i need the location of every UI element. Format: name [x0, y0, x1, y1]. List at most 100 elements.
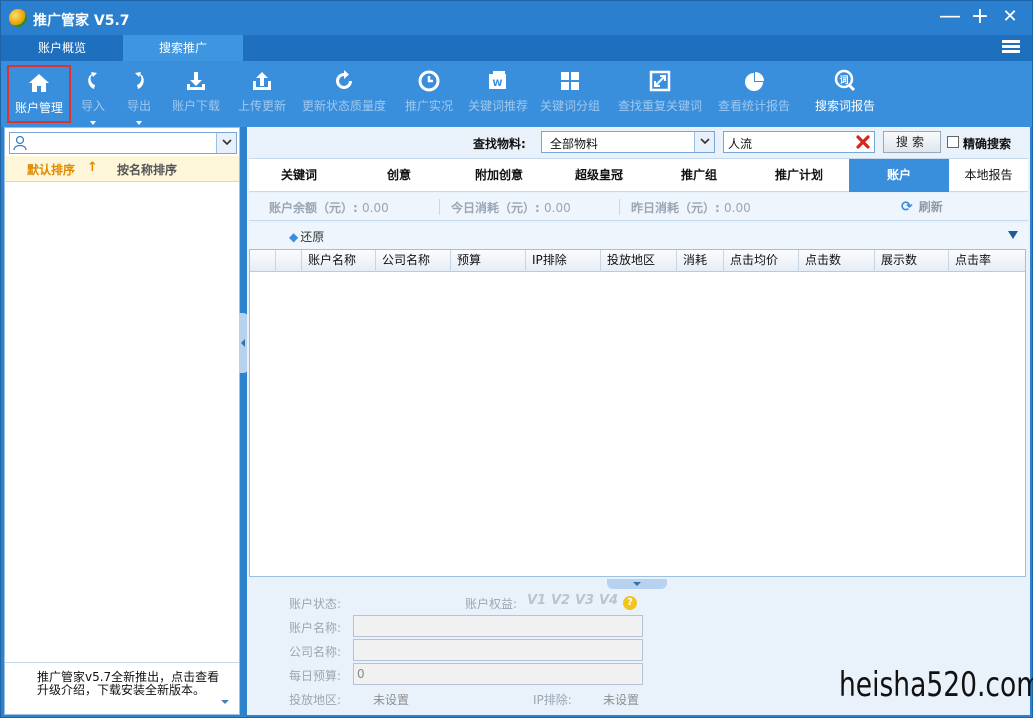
keyword-search-input[interactable]: 人流 — [723, 131, 875, 153]
dropdown-arrow-icon — [136, 121, 142, 125]
tab-campaigns[interactable]: 推广计划 — [749, 159, 849, 192]
table-header: 账户名称 公司名称 预算 IP排除 投放地区 消耗 点击均价 点击数 展示数 点… — [250, 250, 1025, 272]
daily-budget-field[interactable]: 0 — [353, 663, 643, 685]
column-ctr[interactable]: 点击率 — [949, 250, 1025, 272]
upgrade-notice-text[interactable]: 推广管家v5.7全新推出，点击查看升级介绍，下载安装全新版本。 — [37, 671, 227, 697]
v3-badge-icon: V3 — [575, 593, 595, 608]
material-select[interactable]: 全部物料 — [541, 131, 715, 153]
toolbar: 账户管理 导入 导出 账户下载 上传更新 更新状态质量度 推广实况 W 关键词推… — [1, 61, 1032, 127]
column-cost[interactable]: 消耗 — [677, 250, 724, 272]
upload-update-button[interactable]: 上传更新 — [231, 65, 293, 123]
keyword-search-value: 人流 — [728, 137, 753, 151]
keyword-group-button[interactable]: 关键词分组 — [537, 65, 603, 123]
chevron-down-icon[interactable] — [221, 700, 229, 704]
refresh-button[interactable]: ⟳ 刷新 — [901, 198, 943, 215]
search-button[interactable]: 搜索 — [883, 131, 941, 153]
collapse-triangle-icon[interactable] — [1008, 231, 1018, 239]
grid-group-icon — [561, 72, 579, 90]
maximize-button[interactable]: + — [967, 5, 993, 31]
promotion-live-button[interactable]: 推广实况 — [401, 65, 457, 123]
upgrade-notice[interactable]: 推广管家v5.7全新推出，点击查看升级介绍，下载安装全新版本。 — [5, 662, 239, 714]
toolbar-label: 查看统计报告 — [717, 99, 790, 113]
tab-extra-creatives[interactable]: 附加创意 — [449, 159, 549, 192]
divider — [439, 199, 440, 215]
chevron-down-icon — [700, 138, 710, 145]
sort-default-button[interactable]: 默认排序 — [27, 161, 75, 178]
import-button[interactable]: 导入 — [75, 65, 111, 125]
filter-bar: 查找物料: 全部物料 人流 搜索 精确搜索 — [247, 127, 1030, 157]
clock-icon — [418, 70, 440, 92]
user-icon — [13, 135, 27, 151]
checkbox-column[interactable] — [276, 250, 302, 272]
account-management-button[interactable]: 账户管理 — [7, 65, 71, 123]
region-value: 未设置 — [373, 693, 410, 707]
restore-button[interactable]: ◆ 还原 — [289, 228, 324, 245]
column-region[interactable]: 投放地区 — [601, 250, 677, 272]
minimize-button[interactable]: — — [937, 5, 963, 31]
app-title: 推广管家 V5.7 — [33, 13, 130, 29]
tab-account-overview[interactable]: 账户概览 — [1, 35, 123, 61]
toolbar-label: 导入 — [80, 99, 105, 113]
account-download-button[interactable]: 账户下载 — [165, 65, 227, 123]
column-impressions[interactable]: 展示数 — [875, 250, 949, 272]
svg-text:词: 词 — [839, 74, 848, 86]
chevron-down-icon — [222, 139, 232, 146]
exact-search-label[interactable]: 精确搜索 — [963, 135, 1011, 152]
account-name-field[interactable] — [353, 615, 643, 637]
find-duplicate-keyword-button[interactable]: 查找重复关键词 — [613, 65, 707, 123]
exact-search-checkbox[interactable] — [947, 136, 959, 148]
main-tab-bar: 账户概览 搜索推广 — [1, 35, 1032, 61]
help-icon[interactable]: ? — [623, 596, 637, 610]
search-term-report-button[interactable]: 词 搜索词报告 — [811, 65, 879, 123]
column-ip-exclude[interactable]: IP排除 — [526, 250, 601, 272]
column-clicks[interactable]: 点击数 — [799, 250, 875, 272]
view-statistics-report-button[interactable]: 查看统计报告 — [715, 65, 793, 123]
divider — [619, 199, 620, 215]
sort-by-name-button[interactable]: 按名称排序 — [117, 161, 177, 178]
export-button[interactable]: 导出 — [121, 65, 157, 125]
keyword-recommend-button[interactable]: W 关键词推荐 — [465, 65, 531, 123]
account-search-input[interactable] — [9, 132, 237, 154]
tab-ad-groups[interactable]: 推广组 — [649, 159, 749, 192]
column-budget[interactable]: 预算 — [451, 250, 526, 272]
daily-budget-label: 每日预算: — [289, 669, 342, 683]
toolbar-label: 更新状态质量度 — [301, 99, 386, 113]
yesterday-cost-value: 0.00 — [724, 201, 751, 215]
clear-icon[interactable] — [855, 134, 871, 150]
refresh-icon: ⟳ — [901, 199, 913, 215]
upload-icon — [253, 72, 271, 90]
yesterday-cost-label: 昨日消耗（元）: — [631, 201, 720, 215]
tab-keywords[interactable]: 关键词 — [249, 159, 349, 192]
account-tree-panel: 默认排序 ↑ 按名称排序 推广管家v5.7全新推出，点击查看升级介绍，下载安装全… — [4, 127, 240, 715]
detail-toggle-handle[interactable] — [607, 579, 667, 589]
menu-icon[interactable] — [1002, 40, 1020, 56]
find-duplicate-icon — [649, 70, 671, 92]
arrow-left-icon: ◆ — [289, 230, 299, 244]
tab-super-crown[interactable]: 超级皇冠 — [549, 159, 649, 192]
company-name-field[interactable] — [353, 639, 643, 661]
tab-local-report[interactable]: 本地报告 — [949, 159, 1028, 192]
balance-label: 账户余额（元）: — [269, 201, 358, 215]
ip-exclude-label: IP排除: — [533, 693, 572, 707]
download-icon — [187, 72, 205, 90]
dropdown-arrow-icon — [90, 121, 96, 125]
refresh-icon — [336, 70, 352, 89]
toolbar-label: 导出 — [126, 99, 151, 113]
ip-exclude-value: 未设置 — [603, 693, 640, 707]
undo-arrow-icon — [88, 72, 97, 89]
column-avg-cpc[interactable]: 点击均价 — [724, 250, 799, 272]
update-quality-button[interactable]: 更新状态质量度 — [299, 65, 389, 123]
column-account-name[interactable]: 账户名称 — [302, 250, 376, 272]
account-dropdown-button[interactable] — [216, 133, 236, 153]
v2-badge-icon: V2 — [551, 593, 571, 608]
toolbar-label: 推广实况 — [404, 99, 453, 113]
tab-creatives[interactable]: 创意 — [349, 159, 449, 192]
close-button[interactable]: ✕ — [997, 5, 1023, 31]
tab-account[interactable]: 账户 — [849, 159, 949, 192]
region-label: 投放地区: — [289, 693, 342, 707]
column-company-name[interactable]: 公司名称 — [376, 250, 451, 272]
tab-search-promotion[interactable]: 搜索推广 — [123, 35, 243, 61]
toolbar-label: 账户下载 — [171, 99, 220, 113]
material-dropdown-button[interactable] — [694, 132, 714, 152]
toolbar-label: 账户管理 — [14, 101, 63, 115]
